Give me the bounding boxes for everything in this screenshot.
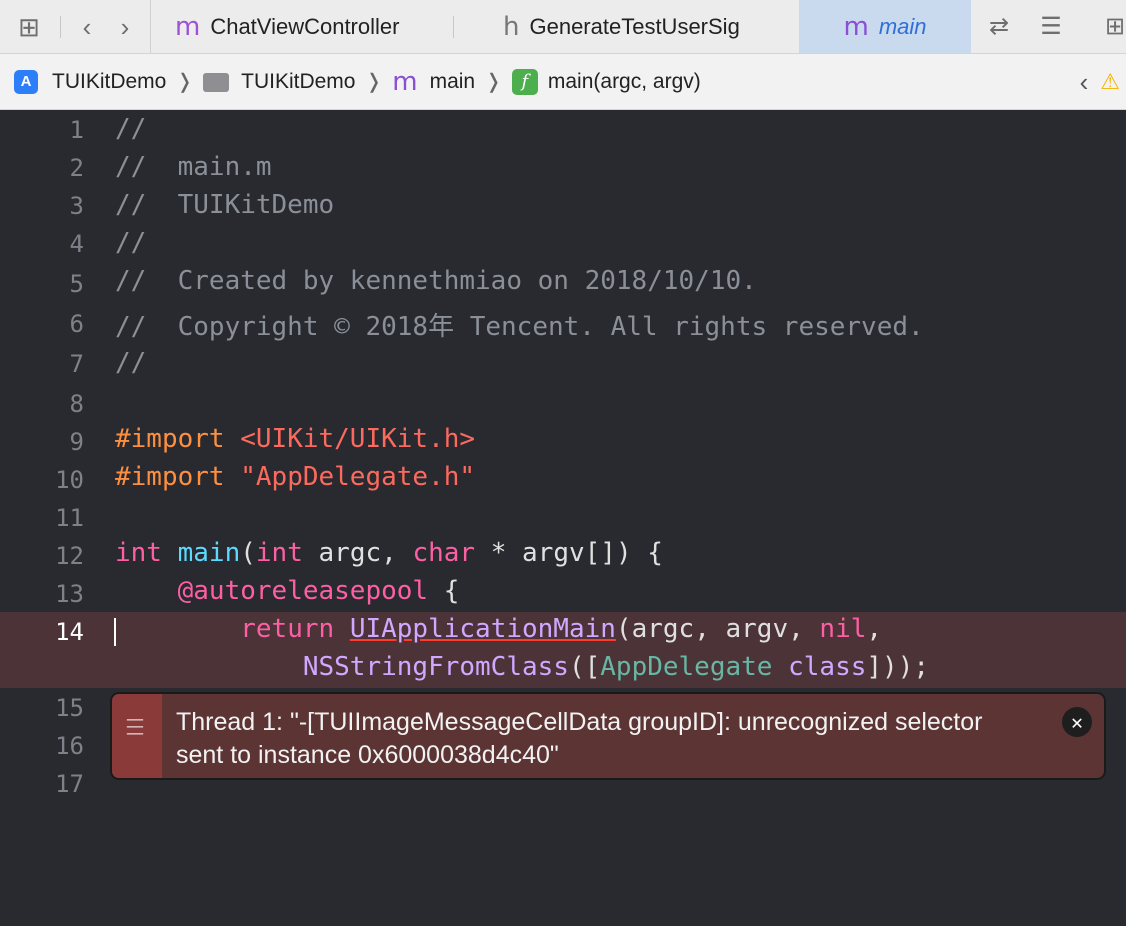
code-comment: // Created by kennethmiao on 2018/10/10.: [115, 266, 757, 296]
line-number: 16: [55, 732, 84, 760]
breadcrumb-project[interactable]: A TUIKitDemo: [14, 69, 167, 94]
tab-generatetestusersig[interactable]: h GenerateTestUserSig: [503, 0, 740, 53]
folder-icon: [203, 73, 230, 92]
import-directive: #import: [115, 462, 225, 492]
import-path: <UIKit/UIKit.h>: [240, 424, 476, 454]
keyword: int: [115, 538, 162, 568]
xcode-app-icon: A: [14, 69, 38, 94]
line-number: 12: [55, 542, 84, 570]
divider: [453, 16, 454, 38]
code-comment: //: [115, 114, 147, 144]
swap-arrows-icon[interactable]: ⇄: [982, 10, 1016, 44]
class-name: AppDelegate: [600, 652, 773, 682]
code-comment: //: [115, 228, 147, 258]
code-comment: // main.m: [115, 152, 272, 182]
code-import-line: #import <UIKit/UIKit.h>: [115, 424, 475, 454]
objc-m-file-icon: m: [392, 66, 418, 97]
line-number: 8: [69, 390, 84, 418]
line-number: 5: [69, 270, 84, 298]
punct: * argv[]) {: [475, 538, 663, 568]
grid-icon[interactable]: ⊞: [12, 10, 46, 44]
line-number: 3: [69, 192, 84, 220]
objc-m-file-icon: m: [175, 11, 201, 42]
back-chevron-icon[interactable]: ‹: [70, 10, 104, 44]
line-number: 10: [55, 466, 84, 494]
code-editor[interactable]: 1 2 3 4 5 6 7 8 9 10 11 12 13 14 15 16 1…: [0, 110, 1126, 926]
line-number-current: 14: [55, 618, 84, 646]
line-number: 6: [69, 310, 84, 338]
tab-chatviewcontroller[interactable]: m ChatViewController: [175, 0, 399, 53]
breadcrumb-label: main: [429, 69, 476, 93]
error-banner[interactable]: — — — Thread 1: "-[TUIImageMessageCellData…: [110, 692, 1106, 780]
editor-tabs: m ChatViewController h GenerateTestUserS…: [150, 0, 971, 53]
breadcrumb-folder[interactable]: TUIKitDemo: [203, 70, 355, 94]
tab-label: main: [878, 13, 927, 39]
line-number: 13: [55, 580, 84, 608]
close-icon[interactable]: ✕: [1062, 707, 1092, 737]
breadcrumb-label: TUIKitDemo: [52, 69, 167, 93]
code-comment: // TUIKitDemo: [115, 190, 335, 220]
breadcrumb-file[interactable]: m main: [392, 67, 475, 97]
keyword: int: [255, 538, 303, 568]
keyword: class: [788, 652, 867, 682]
jumpbar-right-tools: ‹ ⚠: [1080, 54, 1126, 110]
line-number: 4: [69, 230, 84, 258]
import-path: "AppDelegate.h": [240, 462, 476, 492]
previous-issue-chevron-icon[interactable]: ‹: [1080, 67, 1089, 98]
code-import-line: #import "AppDelegate.h": [115, 462, 475, 492]
punct: ]));: [866, 652, 930, 682]
keyword: nil: [819, 614, 867, 644]
punct: argc,: [302, 538, 413, 568]
code-return-line: return UIApplicationMain(argc, argv, nil…: [115, 614, 882, 644]
punct: ,: [866, 614, 883, 644]
banner-side-strip: — — —: [112, 694, 162, 778]
code-autoreleasepool: @autoreleasepool {: [115, 576, 460, 606]
function-call: UIApplicationMain: [349, 614, 616, 644]
editor-options-icon[interactable]: ☰: [1034, 10, 1068, 44]
tab-label: GenerateTestUserSig: [529, 13, 740, 39]
line-number: 15: [55, 694, 84, 722]
punct: (: [240, 538, 256, 568]
code-comment: //: [115, 348, 147, 378]
divider: [60, 16, 61, 38]
line-number: 1: [69, 116, 84, 144]
line-number: 9: [69, 428, 84, 456]
line-number: 11: [55, 504, 84, 532]
menu-lines-icon: — — —: [126, 709, 144, 744]
keyword: char: [412, 538, 476, 568]
breadcrumb-label: TUIKitDemo: [241, 69, 356, 93]
line-number: 2: [69, 154, 84, 182]
line-number: 7: [69, 350, 84, 378]
function-call: NSStringFromClass: [302, 652, 569, 682]
tab-label: ChatViewController: [210, 13, 400, 39]
keyword: @autoreleasepool: [177, 576, 429, 606]
error-message: Thread 1: "-[TUIImageMessageCellData gro…: [176, 708, 983, 769]
breadcrumb-chevron-icon: ❭: [365, 71, 383, 93]
punct: ([: [568, 652, 601, 682]
breadcrumb-label: main(argc, argv): [547, 69, 701, 93]
breadcrumb-chevron-icon: ❭: [485, 71, 502, 93]
objc-m-file-icon: m: [843, 11, 869, 42]
punct: (argc, argv,: [615, 614, 820, 644]
function-icon: f: [511, 68, 538, 95]
add-editor-icon[interactable]: ⊞: [1098, 10, 1126, 44]
keyword: return: [240, 614, 335, 644]
jump-bar: A TUIKitDemo ❭ TUIKitDemo ❭ m main ❭ f m…: [0, 54, 1126, 110]
breadcrumb-function[interactable]: f main(argc, argv): [511, 68, 701, 95]
function-name: main: [177, 538, 241, 568]
punct: {: [428, 576, 460, 606]
import-directive: #import: [115, 424, 225, 454]
breadcrumb-chevron-icon: ❭: [176, 71, 194, 93]
header-h-file-icon: h: [503, 11, 520, 42]
code-main-signature: int main(int argc, char * argv[]) {: [115, 538, 663, 568]
code-return-continuation: NSStringFromClass([AppDelegate class]));: [115, 652, 929, 682]
tab-bar: ⊞ ‹ › m ChatViewController h GenerateTes…: [0, 0, 1126, 54]
warning-icon[interactable]: ⚠: [1100, 69, 1120, 95]
tab-main-active[interactable]: m main: [799, 0, 971, 53]
line-number: 17: [55, 770, 84, 798]
forward-chevron-icon[interactable]: ›: [108, 10, 142, 44]
code-comment: // Copyright © 2018年 Tencent. All rights…: [115, 312, 924, 342]
